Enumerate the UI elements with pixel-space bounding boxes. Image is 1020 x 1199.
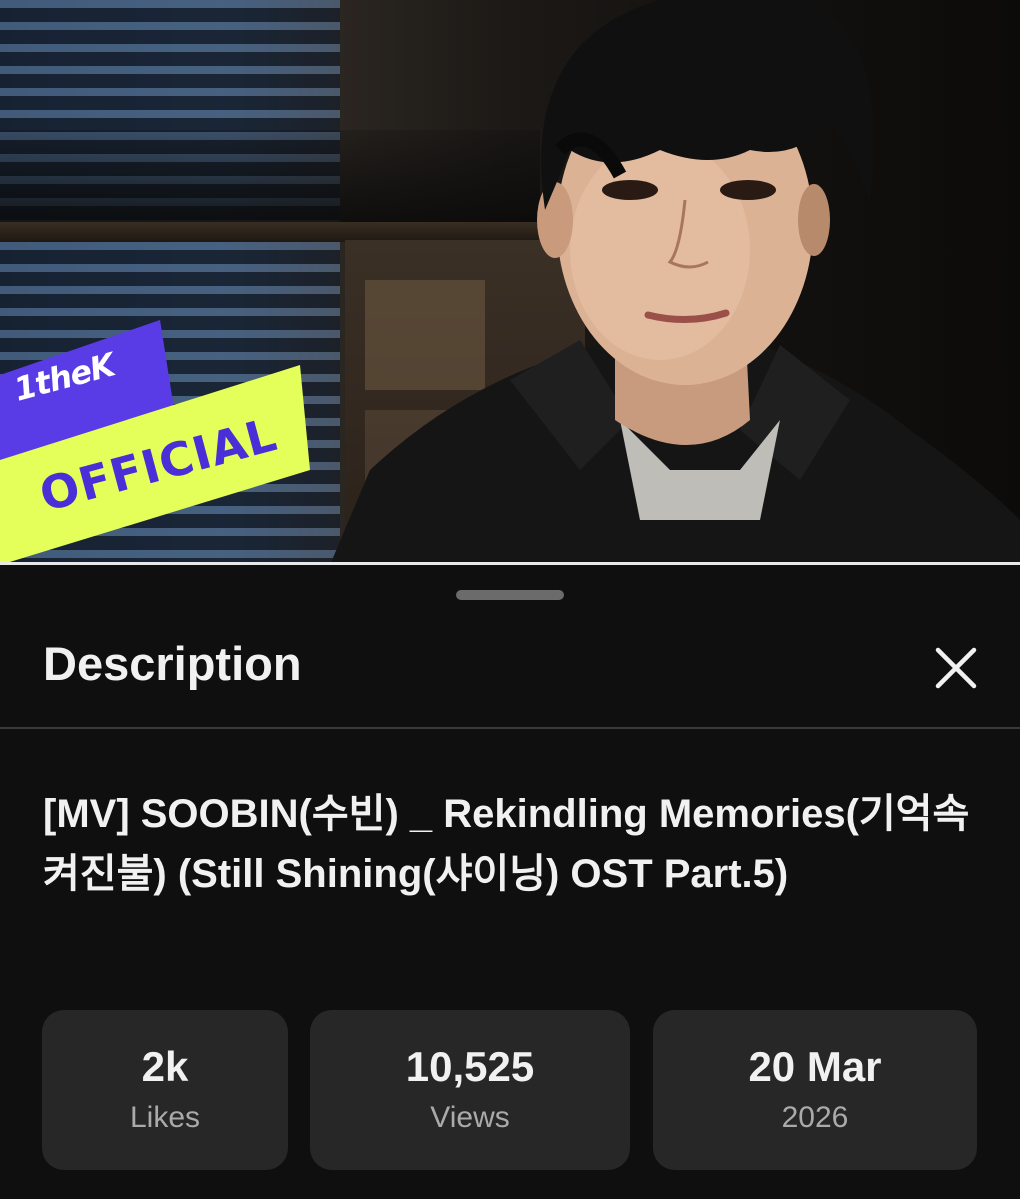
likes-value: 2k	[141, 1043, 189, 1090]
video-progress-bar[interactable]	[0, 562, 1020, 565]
video-player[interactable]: 1theK OFFICIAL	[0, 0, 1020, 565]
year-label: 2026	[781, 1101, 849, 1134]
views-value: 10,525	[405, 1043, 535, 1090]
stats-row: 2k Likes 10,525 Views 20 Mar 2026	[0, 1010, 1020, 1170]
close-button[interactable]	[926, 638, 986, 698]
divider	[0, 727, 1020, 729]
close-icon	[935, 647, 977, 689]
drag-handle[interactable]	[456, 590, 564, 600]
likes-label: Likes	[129, 1101, 201, 1134]
likes-stat[interactable]: 2k Likes	[42, 1010, 288, 1170]
date-value: 20 Mar	[748, 1043, 882, 1090]
views-stat[interactable]: 10,525 Views	[310, 1010, 630, 1170]
person-figure	[330, 0, 1020, 565]
description-sheet: Description [MV] SOOBIN(수빈) _ Rekindling…	[0, 568, 1020, 1199]
date-stat[interactable]: 20 Mar 2026	[653, 1010, 977, 1170]
sheet-title: Description	[43, 637, 302, 690]
views-label: Views	[430, 1101, 510, 1134]
video-title: [MV] SOOBIN(수빈) _ Rekindling Memories(기억…	[43, 792, 970, 896]
